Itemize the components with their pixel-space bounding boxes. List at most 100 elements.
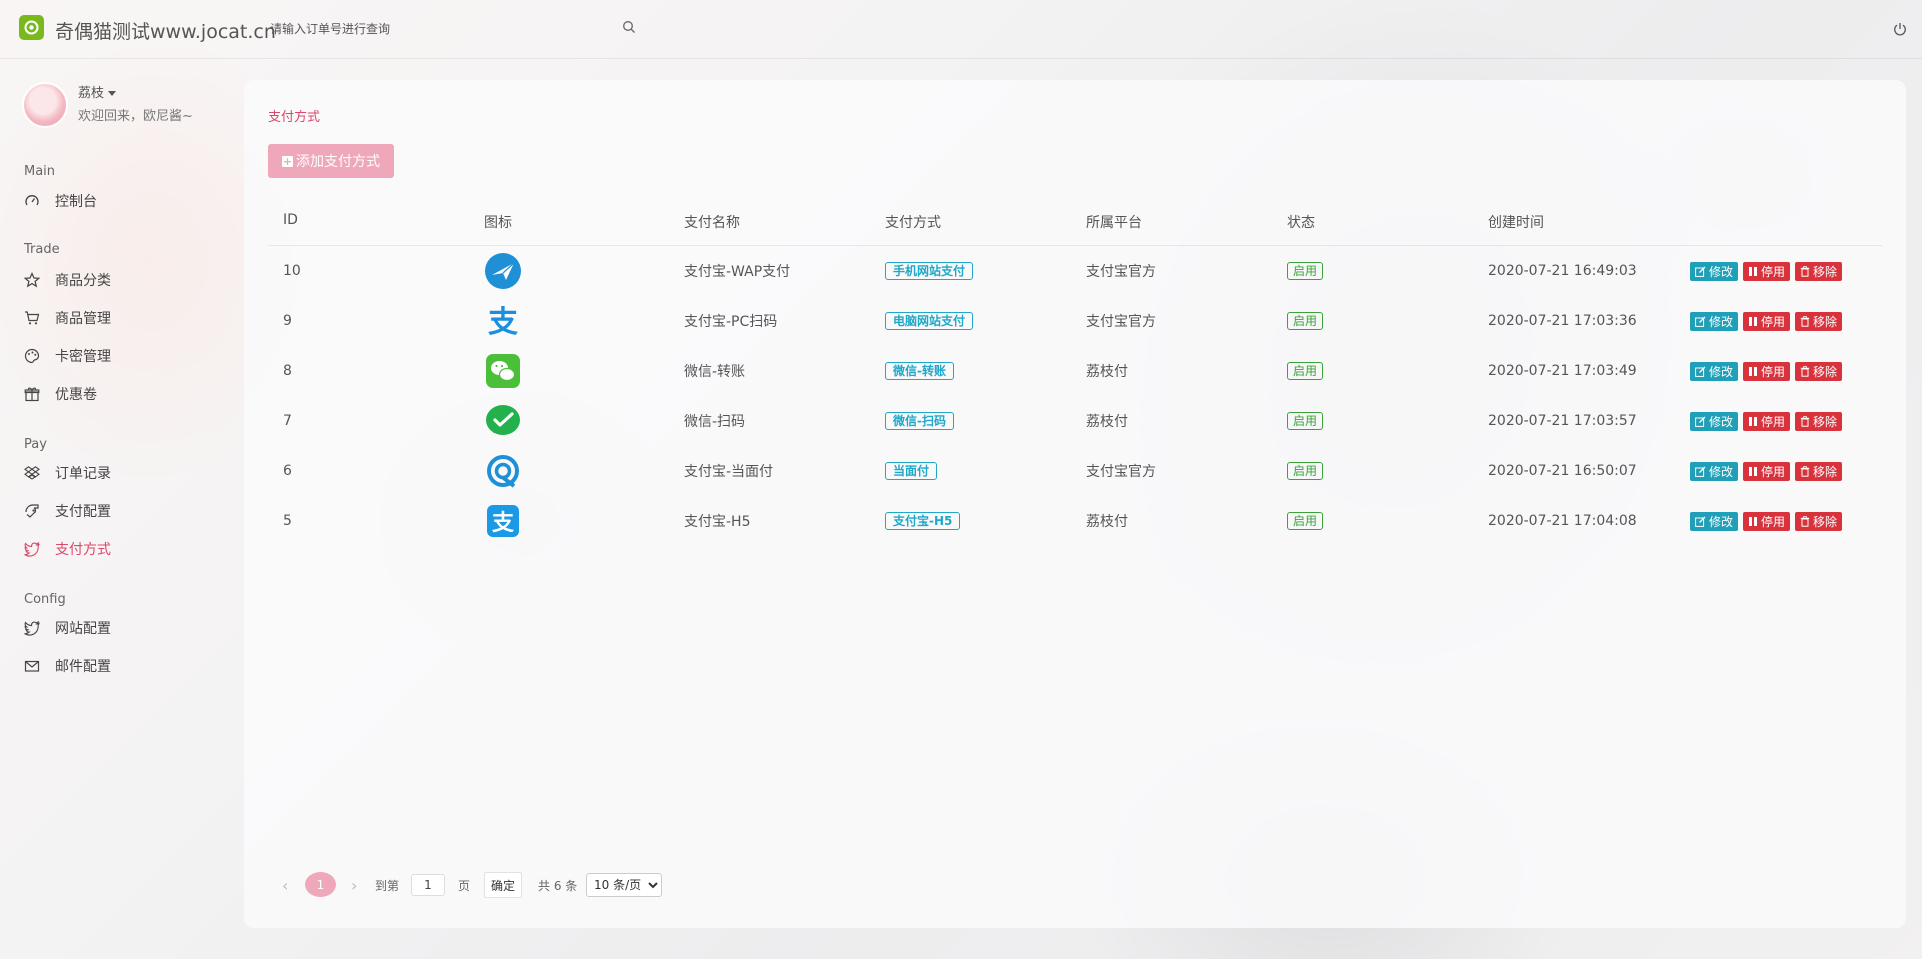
page-current[interactable]: 1 [305,872,336,897]
remove-button[interactable]: 移除 [1795,311,1843,331]
goto-page-input[interactable] [411,874,445,896]
power-icon[interactable] [1893,22,1907,36]
edit-button[interactable]: 修改 [1690,361,1739,381]
cell-platform: 支付宝官方 [1086,464,1156,480]
edit-label: 修改 [1709,414,1734,429]
sidebar-item-cards[interactable]: 卡密管理 [24,345,111,367]
sidebar-item-label: 支付配置 [55,504,111,520]
next-page-icon[interactable]: › [351,872,357,898]
breadcrumb[interactable]: 支付方式 [268,106,320,125]
col-header-status: 状态 [1287,215,1315,231]
method-tag: 手机网站支付 [885,262,974,280]
disable-label: 停用 [1761,314,1786,329]
search-input[interactable] [262,17,658,41]
edit-button[interactable]: 修改 [1690,511,1739,531]
sidebar-item-label: 卡密管理 [55,349,111,365]
cart-icon [25,311,40,325]
group-pay: Pay [24,437,47,452]
remove-button[interactable]: 移除 [1795,411,1843,431]
caret-down-icon [108,91,117,96]
method-tag: 微信-扫码 [885,412,954,430]
user-name: 荔枝 [78,86,105,101]
edit-icon [1695,316,1706,327]
col-header-id: ID [283,212,298,228]
disable-label: 停用 [1761,264,1786,279]
sidebar-item-mail-config[interactable]: 邮件配置 [24,655,111,677]
edit-button[interactable]: 修改 [1690,411,1739,431]
cell-id: 5 [283,513,292,529]
sidebar-item-payment-config[interactable]: 支付配置 [24,500,111,522]
remove-button[interactable]: 移除 [1795,361,1843,381]
cell-created: 2020-07-21 16:49:03 [1488,263,1637,279]
sidebar-item-label: 优惠卷 [55,387,97,403]
pause-icon [1749,516,1758,526]
page-size-select[interactable]: 10 条/页 [586,873,662,897]
edit-button[interactable]: 修改 [1690,461,1739,481]
sidebar-item-products[interactable]: 商品管理 [24,307,111,329]
edit-label: 修改 [1709,464,1734,479]
col-header-platform: 所属平台 [1086,215,1142,231]
table-row: 9 支 支付宝-PC扫码 电脑网站支付 支付宝官方 启用 2020-07-21 … [244,296,1906,346]
cell-created: 2020-07-21 17:03:49 [1488,363,1637,379]
page-unit-label: 页 [458,878,471,893]
trash-icon [1800,315,1810,327]
sidebar-item-label: 商品分类 [55,273,111,289]
table-row: 5 支 支付宝-H5 支付宝-H5 荔枝付 启用 2020-07-21 17:0… [244,496,1906,546]
prev-page-icon[interactable]: ‹ [282,872,288,898]
remove-label: 移除 [1813,464,1838,479]
table-row: 8 微信-转账 微信-转账 荔枝付 启用 2020-07-21 17:03:49… [244,346,1906,396]
cell-created: 2020-07-21 17:04:08 [1488,513,1637,529]
goto-confirm-button[interactable]: 确定 [484,872,523,898]
edit-button[interactable]: 修改 [1690,261,1739,281]
edit-icon [1695,416,1706,427]
cell-id: 10 [283,263,301,279]
edit-icon [1695,516,1706,527]
search-icon[interactable] [622,20,636,34]
sidebar-item-dashboard[interactable]: 控制台 [24,190,97,212]
edit-icon [1695,366,1706,377]
add-button-label: 添加支付方式 [296,154,380,170]
top-bar: 奇偶猫测试www.jocat.cn [0,0,1922,59]
sidebar-item-payment-methods[interactable]: 支付方式 [24,538,111,560]
edit-button[interactable]: 修改 [1690,311,1739,331]
cell-name: 支付宝-WAP支付 [684,264,791,280]
remove-button[interactable]: 移除 [1795,261,1843,281]
sidebar-item-categories[interactable]: 商品分类 [24,269,111,291]
svg-text:支: 支 [488,305,518,340]
row-actions: 修改 停用 移除 [1690,496,1843,546]
disable-label: 停用 [1761,514,1786,529]
trash-icon [1800,515,1810,527]
group-main: Main [24,164,56,179]
remove-button[interactable]: 移除 [1795,461,1843,481]
logo[interactable] [19,15,44,40]
avatar[interactable] [22,82,68,128]
trash-icon [1800,415,1810,427]
alipay-wap-icon [484,246,522,296]
wechat-transfer-icon [484,346,522,396]
sidebar-item-coupons[interactable]: 优惠卷 [24,383,97,405]
status-badge: 启用 [1287,262,1324,280]
disable-button[interactable]: 停用 [1743,411,1791,431]
disable-button[interactable]: 停用 [1743,311,1791,331]
table-row: 6 支付宝-当面付 当面付 支付宝官方 启用 2020-07-21 16:50:… [244,446,1906,496]
method-tag: 电脑网站支付 [885,312,974,330]
disable-button[interactable]: 停用 [1743,461,1791,481]
cell-platform: 荔枝付 [1086,364,1128,380]
edit-label: 修改 [1709,314,1734,329]
disable-button[interactable]: 停用 [1743,261,1791,281]
row-actions: 修改 停用 移除 [1690,446,1843,496]
user-menu[interactable]: 荔枝 [78,82,117,101]
twitter-icon [24,541,40,557]
col-header-icon: 图标 [484,215,512,231]
brand-title[interactable]: 奇偶猫测试www.jocat.cn [55,17,276,44]
disable-button[interactable]: 停用 [1743,361,1791,381]
group-trade: Trade [24,242,60,257]
content-card: 支付方式 + 添加支付方式 ID 图标 支付名称 支付方式 所属平台 状态 创建… [244,80,1906,928]
sidebar-item-site-config[interactable]: 网站配置 [24,617,111,639]
cell-name: 微信-转账 [684,364,746,380]
sidebar-item-orders[interactable]: 订单记录 [24,462,111,484]
add-payment-method-button[interactable]: + 添加支付方式 [268,144,394,178]
row-actions: 修改 停用 移除 [1690,246,1843,296]
disable-button[interactable]: 停用 [1743,511,1791,531]
remove-button[interactable]: 移除 [1795,511,1843,531]
